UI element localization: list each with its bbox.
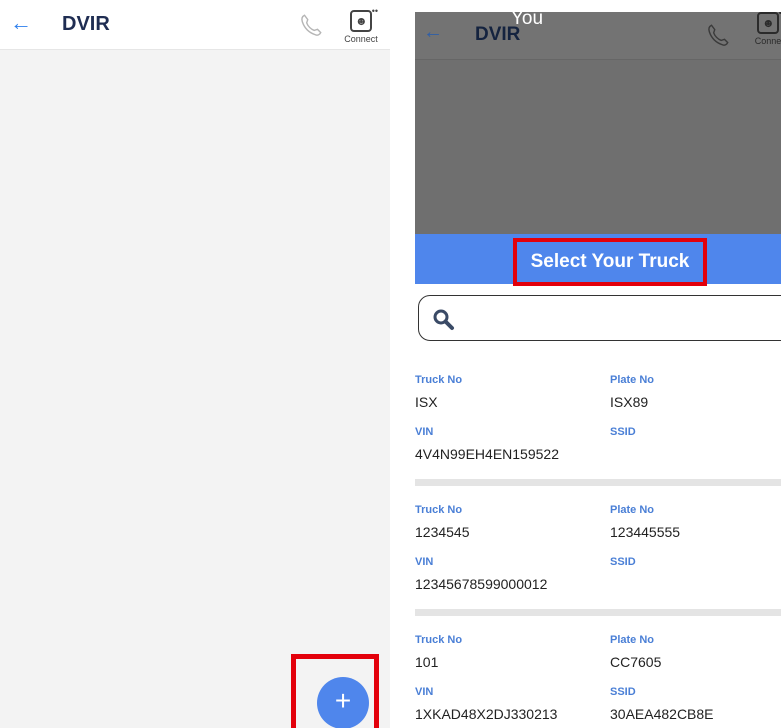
vin-value: 12345678599000012 (415, 576, 548, 592)
search-icon (433, 309, 454, 330)
plate-no-label: Plate No (610, 374, 655, 386)
app-header: ← DVIR ☻ •• Connect (0, 0, 390, 50)
ssid-value: 30AEA482CB8E (610, 706, 714, 722)
connect-label: Connect (344, 34, 378, 44)
ssid-label: SSID (610, 426, 636, 438)
truck-card[interactable]: Truck No 101 Plate No CC7605 VIN 1XKAD48… (415, 616, 781, 728)
vin-value: 1XKAD48X2DJ330213 (415, 706, 558, 722)
select-truck-screen: ← DVIR You ☻ •• Conne Select Your Truck (415, 12, 781, 728)
truck-no-value: 101 (415, 654, 439, 670)
connect-icon: ☻ •• (757, 12, 781, 34)
truck-card[interactable]: Truck No ISX Plate No ISX89 VIN 4V4N99EH… (415, 356, 781, 486)
dvir-list-screen: ← DVIR ☻ •• Connect + (0, 0, 390, 728)
search-field[interactable] (418, 295, 781, 341)
plate-no-value: 123445555 (610, 524, 681, 540)
truck-card[interactable]: Truck No 1234545 Plate No 123445555 VIN … (415, 486, 781, 616)
vin-label: VIN (415, 556, 434, 568)
select-truck-title: Select Your Truck (513, 238, 707, 286)
back-arrow-icon[interactable]: ← (423, 20, 443, 44)
phone-icon[interactable] (705, 22, 731, 48)
plate-no-label: Plate No (610, 634, 655, 646)
ssid-label: SSID (610, 556, 636, 568)
truck-no-value: 1234545 (415, 524, 470, 540)
overlay-caption: You (511, 12, 544, 29)
connect-icon: ☻ •• (350, 6, 378, 32)
vin-label: VIN (415, 426, 434, 438)
screenshot-composite: ← DVIR ☻ •• Connect + ← DVIR You ☻ Conne… (0, 0, 781, 728)
truck-no-label: Truck No (415, 374, 463, 386)
vin-value: 4V4N99EH4EN159522 (415, 446, 559, 462)
truck-no-label: Truck No (415, 634, 463, 646)
connect-label: Conne (754, 36, 781, 46)
plate-no-value: ISX89 (610, 394, 649, 410)
add-dvir-button[interactable]: + (317, 677, 369, 728)
app-header: ← DVIR You ☻ •• Conne (415, 12, 781, 60)
back-arrow-icon[interactable]: ← (10, 10, 32, 36)
truck-no-label: Truck No (415, 504, 463, 516)
vin-label: VIN (415, 686, 434, 698)
phone-icon[interactable] (298, 12, 324, 38)
truck-no-value: ISX (415, 394, 438, 410)
plate-no-label: Plate No (610, 504, 655, 516)
plate-no-value: CC7605 (610, 654, 662, 670)
page-title: DVIR (62, 13, 110, 35)
connect-button[interactable]: ☻ •• Connect (340, 6, 382, 44)
connect-button[interactable]: ☻ •• Conne (748, 12, 781, 46)
ssid-label: SSID (610, 686, 636, 698)
